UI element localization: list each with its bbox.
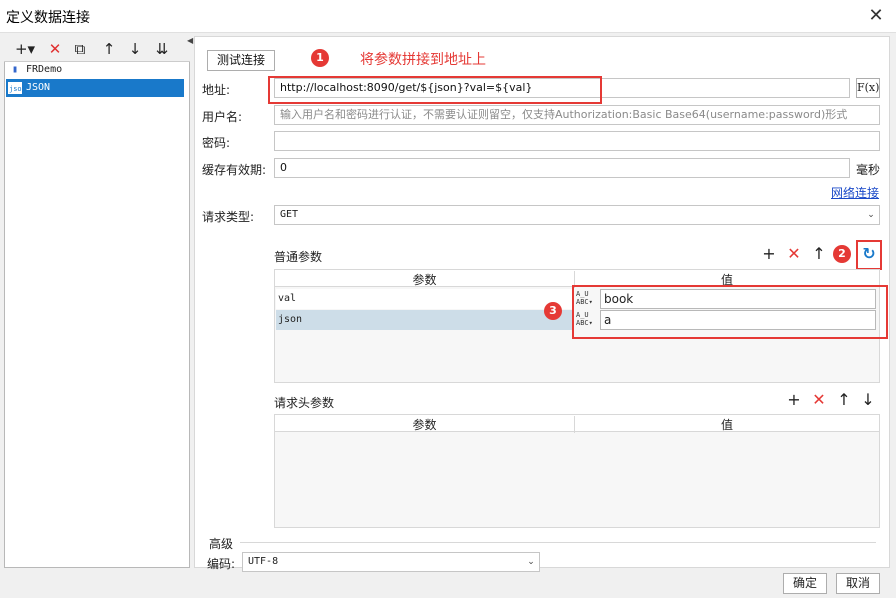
- ok-button[interactable]: 确定: [783, 573, 827, 594]
- params-section-label: 普通参数: [274, 250, 323, 264]
- sort-icon[interactable]: ⇊: [152, 39, 172, 59]
- add-header-icon[interactable]: +: [784, 390, 804, 410]
- connection-name: JSON: [26, 82, 51, 93]
- password-input[interactable]: [274, 131, 880, 151]
- annotation-step1-text: 将参数拼接到地址上: [360, 52, 486, 68]
- move-param-up-icon[interactable]: ↑: [809, 244, 829, 264]
- add-param-icon[interactable]: +: [759, 244, 779, 264]
- annotation-badge-1: 1: [311, 49, 329, 67]
- encoding-value: UTF-8: [248, 556, 279, 567]
- database-icon: ▮: [11, 64, 19, 75]
- param-name: json: [276, 310, 574, 330]
- method-value: GET: [280, 209, 299, 220]
- annotation-box-values: [572, 285, 888, 339]
- address-label: 地址:: [202, 83, 231, 97]
- test-connection-button[interactable]: 测试连接: [207, 50, 275, 71]
- formula-button[interactable]: F(x): [856, 78, 880, 98]
- headers-col-value: 值: [720, 418, 733, 432]
- advanced-divider: [240, 542, 876, 543]
- network-settings-link[interactable]: 网络连接: [831, 184, 879, 201]
- collapse-arrow-icon[interactable]: ◀: [187, 36, 193, 60]
- password-label: 密码:: [202, 136, 231, 150]
- cache-unit: 毫秒: [856, 163, 881, 177]
- chevron-down-icon: ⌄: [527, 557, 535, 567]
- annotation-badge-2: 2: [833, 245, 851, 263]
- username-label: 用户名:: [202, 110, 243, 124]
- annotation-box-refresh: [856, 240, 882, 270]
- move-up-icon[interactable]: ↑: [99, 39, 119, 59]
- annotation-box-address: [268, 76, 602, 104]
- headers-section-label: 请求头参数: [274, 396, 335, 410]
- delete-connection-icon[interactable]: ✕: [45, 39, 65, 59]
- delete-param-icon[interactable]: ✕: [784, 244, 804, 264]
- window-title: 定义数据连接: [6, 10, 90, 26]
- method-label: 请求类型:: [202, 210, 255, 224]
- close-icon[interactable]: ✕: [864, 4, 888, 28]
- encoding-select[interactable]: UTF-8 ⌄: [242, 552, 540, 572]
- params-col-param: 参数: [275, 271, 575, 288]
- delete-header-icon[interactable]: ✕: [809, 390, 829, 410]
- connection-toolbar: +▾ ✕ ⧉ ↑ ↓ ⇊: [4, 36, 190, 62]
- copy-connection-icon[interactable]: ⧉: [70, 39, 90, 59]
- cache-input[interactable]: 0: [274, 158, 850, 178]
- connection-list-panel: [4, 36, 190, 568]
- method-select[interactable]: GET ⌄: [274, 205, 880, 225]
- move-header-up-icon[interactable]: ↑: [834, 390, 854, 410]
- param-name: val: [276, 289, 574, 309]
- chevron-down-icon: ⌄: [867, 210, 875, 220]
- connection-name: FRDemo: [26, 64, 63, 75]
- encoding-label: 编码:: [207, 557, 236, 571]
- move-header-down-icon[interactable]: ↓: [858, 390, 878, 410]
- cache-label: 缓存有效期:: [202, 163, 267, 177]
- cancel-button[interactable]: 取消: [836, 573, 880, 594]
- headers-table-header: 参数 值: [275, 415, 879, 433]
- headers-table: 参数 值: [274, 414, 880, 528]
- headers-col-param: 参数: [275, 416, 575, 433]
- move-down-icon[interactable]: ↓: [125, 39, 145, 59]
- add-connection-button[interactable]: +▾: [12, 39, 38, 59]
- connection-item-json[interactable]: json JSON: [6, 79, 184, 97]
- title-bar: 定义数据连接 ✕: [0, 0, 896, 32]
- json-icon: json: [8, 82, 26, 94]
- annotation-badge-3: 3: [544, 302, 562, 320]
- username-input[interactable]: 输入用户名和密码进行认证，不需要认证则留空，仅支持Authorization:B…: [274, 105, 880, 125]
- connection-item-frdemo[interactable]: ▮ FRDemo: [6, 61, 184, 79]
- advanced-label: 高级: [209, 537, 234, 551]
